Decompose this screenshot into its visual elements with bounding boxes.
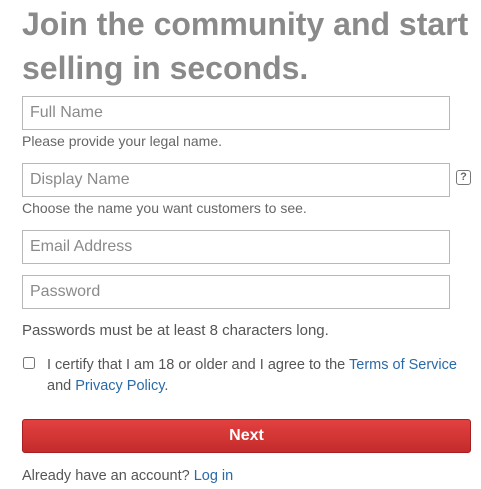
privacy-policy-link[interactable]: Privacy Policy [75,378,164,394]
certify-text-before: I certify that I am 18 or older and I ag… [47,357,349,373]
page-title: Join the community and start selling in … [22,6,469,86]
password-rule: Passwords must be at least 8 characters … [22,322,329,339]
full-name-input[interactable] [22,96,450,130]
terms-of-service-link[interactable]: Terms of Service [349,357,457,373]
certify-checkbox[interactable] [23,357,35,369]
help-icon[interactable]: ? [456,170,471,185]
certify-text-after: . [164,378,169,394]
password-input[interactable] [22,275,450,309]
email-input[interactable] [22,230,450,264]
next-button[interactable]: Next [22,419,471,453]
display-name-input[interactable] [22,163,450,197]
login-prompt-text: Already have an account? [22,468,194,484]
login-link[interactable]: Log in [194,468,234,484]
certify-text-middle: and [47,378,76,394]
full-name-hint: Please provide your legal name. [22,133,223,149]
certify-text: I certify that I am 18 or older and I ag… [47,355,467,397]
login-prompt: Already have an account? Log in [22,468,233,484]
display-name-hint: Choose the name you want customers to se… [22,200,307,216]
